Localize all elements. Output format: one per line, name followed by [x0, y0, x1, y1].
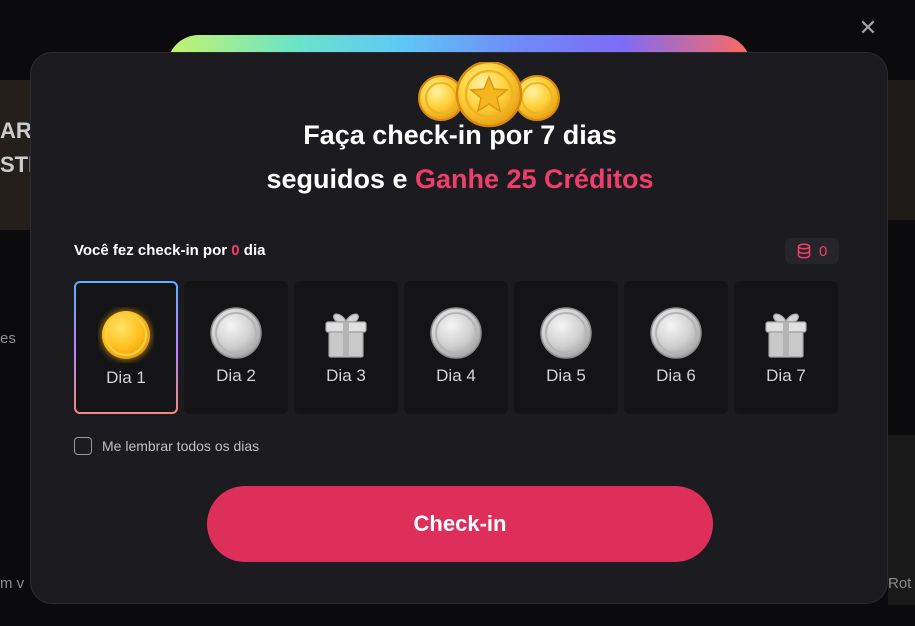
gold-coin-icon: [98, 307, 154, 363]
day-label: Dia 5: [546, 366, 586, 385]
title-line-1: Faça check-in por 7 dias: [303, 120, 617, 150]
day-card-2[interactable]: Dia 2: [184, 281, 288, 414]
close-icon[interactable]: ✕: [857, 17, 879, 39]
silver-coin-icon: [428, 305, 484, 361]
day-card-1[interactable]: Dia 1: [74, 281, 178, 414]
database-coins-icon: [797, 243, 811, 259]
silver-coin-icon: [648, 305, 704, 361]
day-label: Dia 4: [436, 366, 476, 385]
remind-checkbox[interactable]: [74, 437, 92, 455]
day-label: Dia 6: [656, 366, 696, 385]
silver-coin-icon: [208, 305, 264, 361]
credits-badge: 0: [785, 238, 840, 264]
credits-value: 0: [819, 242, 828, 260]
day-label: Dia 1: [106, 368, 146, 387]
background-text-fragment: Rot: [888, 575, 912, 592]
remind-label: Me lembrar todos os dias: [102, 438, 260, 454]
day-label: Dia 3: [326, 366, 366, 385]
checkin-progress-text: Você fez check-in por 0 dia: [74, 242, 265, 259]
day-label: Dia 2: [216, 366, 256, 385]
title-reward-highlight: Ganhe 25 Créditos: [414, 164, 654, 194]
background-text-fragment: m v: [0, 575, 25, 592]
progress-suffix: dia: [239, 242, 266, 259]
checkin-days-row: Dia 1 Dia 2 Dia 3 Dia 4 Dia 5 Dia 6 Dia …: [74, 281, 838, 414]
progress-count: 0: [231, 242, 240, 259]
remind-daily-option[interactable]: Me lembrar todos os dias: [74, 437, 259, 455]
day-label: Dia 7: [766, 366, 806, 385]
progress-prefix: Você fez check-in por: [74, 242, 232, 259]
day-card-5[interactable]: Dia 5: [514, 281, 618, 414]
modal-title: Faça check-in por 7 dias seguidos e Ganh…: [31, 113, 889, 201]
background-thumbnail-right: [888, 80, 915, 220]
gift-icon: [758, 305, 814, 361]
day-card-4[interactable]: Dia 4: [404, 281, 508, 414]
day-card-3[interactable]: Dia 3: [294, 281, 398, 414]
day-card-6[interactable]: Dia 6: [624, 281, 728, 414]
checkin-button[interactable]: Check-in: [207, 486, 713, 562]
gift-icon: [318, 305, 374, 361]
title-line-2: seguidos e Ganhe 25 Créditos: [31, 157, 889, 201]
title-line-2-prefix: seguidos e: [266, 164, 415, 194]
day-card-7[interactable]: Dia 7: [734, 281, 838, 414]
checkin-modal: Faça check-in por 7 dias seguidos e Ganh…: [30, 52, 888, 604]
silver-coin-icon: [538, 305, 594, 361]
background-text-fragment: es: [0, 330, 16, 347]
